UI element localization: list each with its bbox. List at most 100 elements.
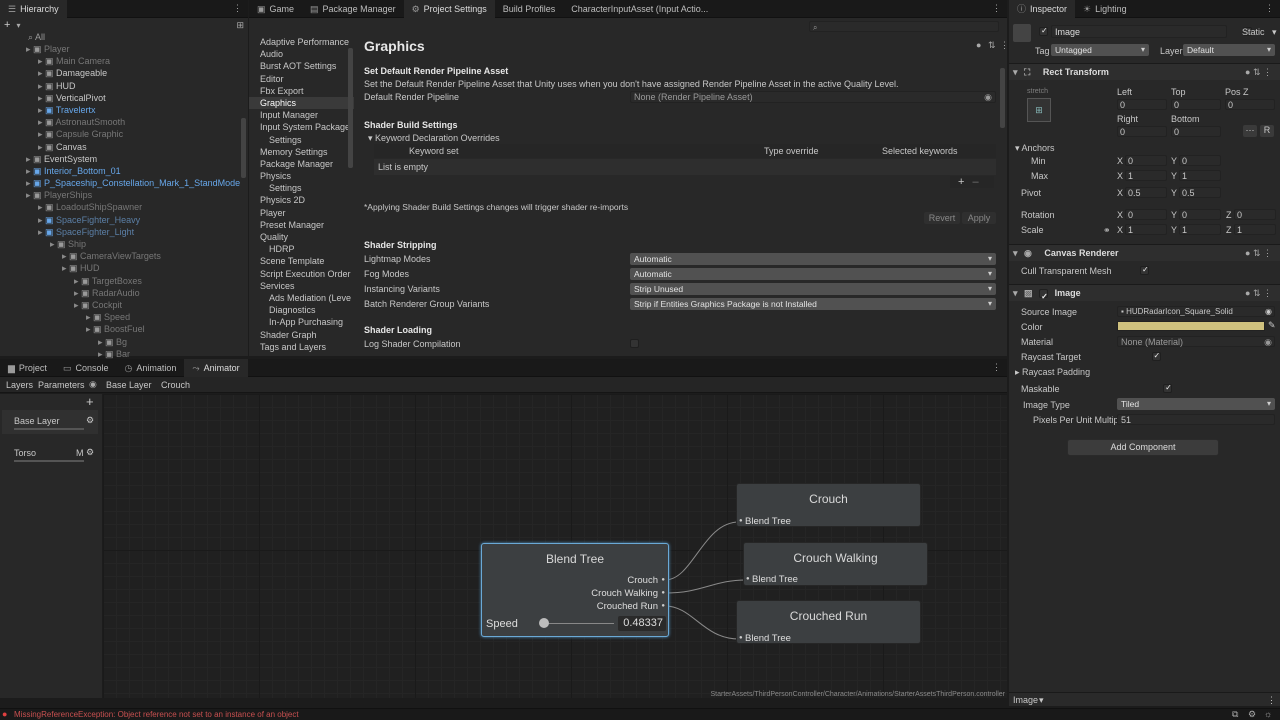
hierarchy-item[interactable]: ▸ ▣ P_Spaceship_Constellation_Mark_1_Sta… [0,177,248,189]
status-message[interactable]: MissingReferenceException: Object refere… [14,710,299,719]
layers-tab[interactable]: Layers [6,380,33,390]
chevron-right-icon[interactable]: ▸ [38,81,45,91]
lightmap-modes-dropdown[interactable]: Automatic [630,253,996,265]
more-icon[interactable]: ⋮ [1265,3,1274,14]
hierarchy-item[interactable]: ▸ ▣ Damageable [0,67,248,79]
tab-hierarchy[interactable]: ☰ Hierarchy [0,0,67,18]
speed-value-field[interactable]: 0.48337 [618,616,666,631]
settings-nav-item[interactable]: Services [249,280,354,292]
chevron-right-icon[interactable]: ▸ [38,93,45,103]
anchor-presets-button[interactable]: ⊞ [1027,98,1051,122]
output-crouch-walking[interactable]: Crouch Walking [591,588,658,599]
help-icon[interactable]: ● [976,40,981,50]
add-icon[interactable]: + [4,19,10,31]
layer-item-base[interactable]: Base Layer ⚙ [2,410,98,434]
chevron-right-icon[interactable]: ▸ [38,129,45,139]
gear-icon[interactable]: ⚙ [86,447,94,458]
settings-nav-item[interactable]: Settings [249,182,354,194]
bottom-field[interactable]: 0 [1171,126,1221,137]
settings-nav-item[interactable]: Fbx Export [249,85,354,97]
object-picker-icon[interactable]: ◉ [1264,337,1272,347]
chevron-down-icon[interactable]: ▾ [16,21,20,30]
blueprint-button[interactable]: ⋯ [1243,125,1257,137]
anchor-min-y[interactable]: 0 [1179,155,1221,166]
settings-nav-item[interactable]: In-App Purchasing [249,316,354,328]
chevron-down-icon[interactable]: ▾ [1039,695,1044,706]
gear-icon[interactable]: ⚙ [86,415,94,426]
speed-slider-track[interactable] [540,623,614,624]
breadcrumb-base-layer[interactable]: Base Layer [106,380,152,390]
tab-lighting[interactable]: ☀ Lighting [1075,0,1135,18]
settings-nav-item[interactable]: Package Manager [249,158,354,170]
chevron-right-icon[interactable]: ▸ [74,300,81,310]
canvas-renderer-header[interactable]: ▾ ◉ Canvas Renderer ● ⇅ ⋮ [1009,244,1280,261]
tab-build-profiles[interactable]: Build Profiles [495,0,564,18]
anchors-foldout[interactable]: ▾ Anchors [1015,143,1055,154]
parameters-tab[interactable]: Parameters [38,380,85,390]
tab-inspector[interactable]: ⓘ Inspector [1009,0,1076,18]
hierarchy-item[interactable]: ▸ ▣ HUD [0,80,248,92]
object-picker-icon[interactable]: ◉ [1265,307,1272,317]
chevron-right-icon[interactable]: ▸ [50,239,57,249]
settings-nav-item[interactable]: Player [249,207,354,219]
image-enabled-checkbox[interactable] [1039,288,1049,305]
hierarchy-item[interactable]: ▸ ▣ Bg [0,336,248,348]
settings-nav-item[interactable]: HDRP [249,243,354,255]
hierarchy-item[interactable]: ▸ ▣ PlayerShips [0,189,248,201]
chevron-right-icon[interactable]: ▸ [38,227,45,237]
raycast-target-checkbox[interactable] [1151,351,1161,361]
anchor-min-x[interactable]: 0 [1125,155,1167,166]
nav-scrollbar[interactable] [348,48,353,168]
notifications-icon[interactable]: ☼ [1264,709,1272,719]
hierarchy-item[interactable]: ▸ ▣ Travelertx [0,104,248,116]
animator-graph[interactable]: Blend Tree Crouch Crouch Walking Crouche… [103,394,1007,698]
chevron-right-icon[interactable]: ▸ [62,251,69,261]
settings-nav-item[interactable]: Scene Template [249,255,354,267]
rect-transform-header[interactable]: ▾ ⛶ Rect Transform ● ⇅ ⋮ [1009,63,1280,80]
hierarchy-item[interactable]: ▸ ▣ SpaceFighter_Light [0,226,248,238]
filter-icon[interactable]: ⊞ [236,20,244,31]
settings-nav-item[interactable]: Memory Settings [249,146,354,158]
chevron-right-icon[interactable]: ▸ [38,68,45,78]
tab-input-asset[interactable]: CharacterInputAsset (Input Actio... [563,0,716,18]
hierarchy-item[interactable]: ▸ ▣ Player [0,43,248,55]
hierarchy-item[interactable]: ▸ ▣ Capsule Graphic [0,128,248,140]
keyword-foldout[interactable]: ▾ Keyword Declaration Overrides [368,133,500,144]
speed-slider-knob[interactable] [538,618,549,628]
layer-item-torso[interactable]: Torso M ⚙ [2,440,98,464]
right-field[interactable]: 0 [1117,126,1167,137]
settings-nav-item[interactable]: Burst AOT Settings [249,60,354,72]
hierarchy-item[interactable]: ▸ ▣ AstronautSmooth [0,116,248,128]
hierarchy-search[interactable]: ⌕ All [0,32,248,43]
eye-icon[interactable]: ◉ [89,379,97,390]
hierarchy-item[interactable]: ▸ ▣ SpaceFighter_Heavy [0,214,248,226]
blend-tree-node[interactable]: Blend Tree Crouch Crouch Walking Crouche… [481,543,669,637]
breadcrumb-crouch[interactable]: Crouch [161,380,190,390]
chevron-right-icon[interactable]: ▸ [26,178,33,188]
color-swatch[interactable] [1117,321,1265,331]
hierarchy-item[interactable]: ▸ ▣ RadarAudio [0,287,248,299]
tab-animation[interactable]: ◷ Animation [116,359,184,377]
settings-nav-item[interactable]: Audio [249,48,354,60]
chevron-right-icon[interactable]: ▸ [38,56,45,66]
output-crouched-run[interactable]: Crouched Run [597,601,658,612]
more-icon[interactable]: ⋮ [992,3,1001,14]
settings-search-input[interactable]: ⌕ [809,21,999,32]
preset-icon[interactable]: ⇅ [988,40,996,51]
settings-nav-item[interactable]: Physics 2D [249,194,354,206]
tab-animator[interactable]: ⤳ Animator [184,358,248,377]
material-field[interactable]: None (Material) ◉ [1117,336,1275,347]
source-image-field[interactable]: ▪ HUDRadarIcon_Square_Solid ◉ [1117,306,1275,317]
tab-game[interactable]: ▣ Game [249,0,302,18]
tag-dropdown[interactable]: Untagged [1051,44,1149,56]
chevron-down-icon[interactable]: ▾ [1272,27,1277,38]
settings-nav-item[interactable]: Preset Manager [249,219,354,231]
component-menu-icons[interactable]: ● ⇅ ⋮ [1245,245,1272,262]
pivot-x[interactable]: 0.5 [1125,187,1167,198]
hierarchy-item[interactable]: ▸ ▣ TargetBoxes [0,275,248,287]
hierarchy-item[interactable]: ▸ ▣ BoostFuel [0,323,248,335]
image-component-header[interactable]: ▾ ▨ Image ● ⇅ ⋮ [1009,284,1280,305]
scale-y[interactable]: 1 [1179,224,1221,235]
scale-z[interactable]: 1 [1234,224,1276,235]
apply-button[interactable]: Apply [962,212,996,224]
